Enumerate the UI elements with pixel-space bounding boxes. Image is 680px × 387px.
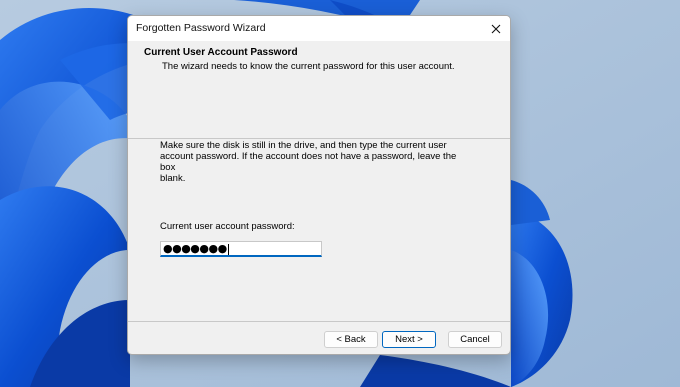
page-subtitle: The wizard needs to know the current pas… (162, 61, 455, 72)
footer-divider (128, 321, 510, 322)
title-bar[interactable]: Forgotten Password Wizard (128, 16, 510, 41)
back-button[interactable]: < Back (324, 331, 378, 348)
window-title: Forgotten Password Wizard (136, 22, 266, 34)
instructions-line: blank. (160, 173, 186, 184)
text-caret (227, 243, 229, 255)
password-mask: ●●●●●●● (163, 242, 227, 255)
password-field[interactable]: ●●●●●●● (160, 241, 322, 257)
wizard-header: Current User Account Password The wizard… (128, 41, 510, 139)
next-button[interactable]: Next > (382, 331, 436, 348)
wizard-dialog: Forgotten Password Wizard Current User A… (127, 15, 511, 355)
page-title: Current User Account Password (144, 47, 298, 58)
instructions-line: account password. If the account does no… (160, 151, 457, 173)
instructions-line: Make sure the disk is still in the drive… (160, 140, 447, 151)
cancel-button[interactable]: Cancel (448, 331, 502, 348)
password-label: Current user account password: (160, 221, 295, 232)
close-icon (491, 24, 501, 33)
instructions-text: Make sure the disk is still in the drive… (160, 140, 460, 184)
close-button[interactable] (482, 16, 510, 41)
